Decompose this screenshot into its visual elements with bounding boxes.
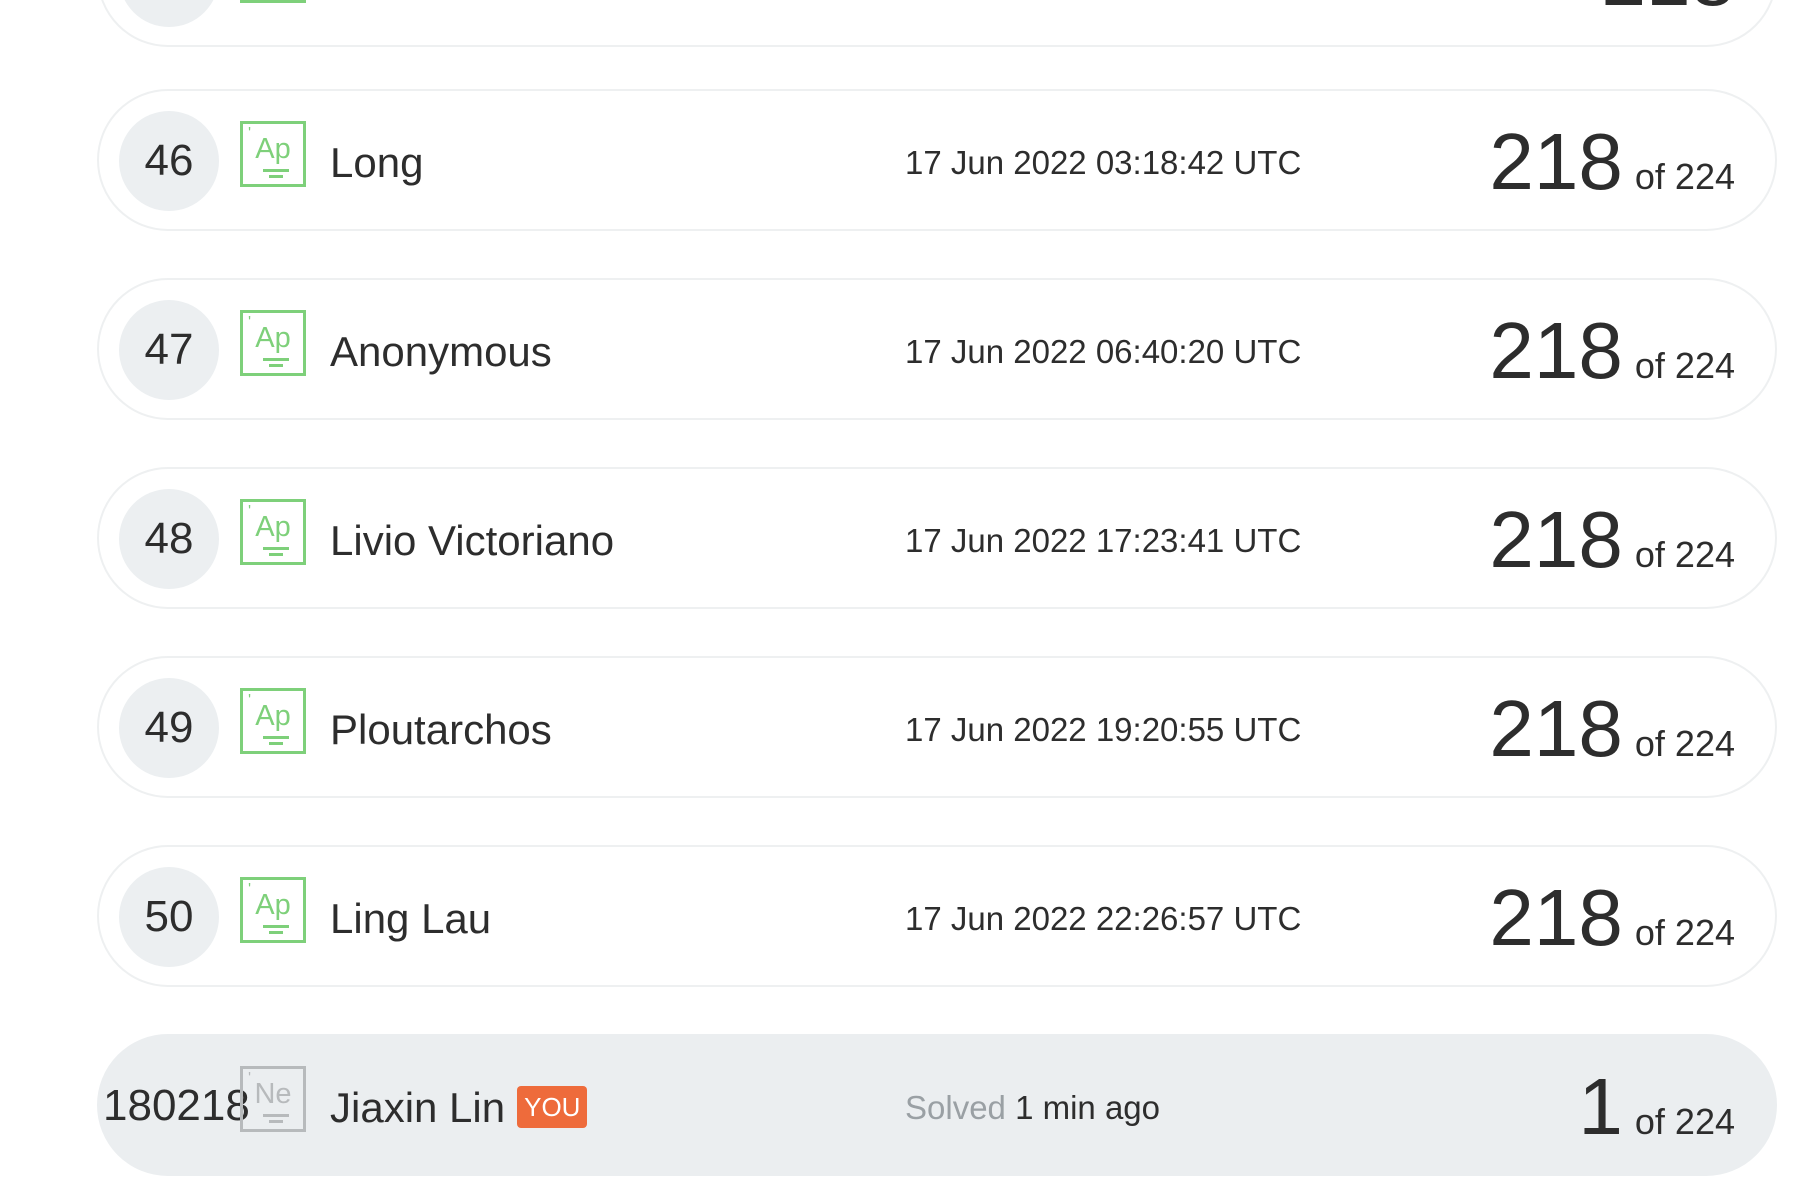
score-value: 218 [1489, 306, 1623, 395]
element-symbol: Ap [255, 511, 291, 543]
leaderboard-row[interactable]: 50 ' Ap Ling Lau 17 Jun 2022 22:26:57 UT… [97, 845, 1777, 987]
user-name[interactable]: Jiaxin Lin [330, 1084, 505, 1131]
element-badge-icon: ' Ap [240, 499, 306, 565]
solved-timestamp: 17 Jun 2022 03:18:42 UTC [905, 144, 1302, 181]
score-value: 218 [1489, 117, 1623, 206]
solved-status: Solved 1 min ago [905, 1088, 1160, 1128]
rank-badge [119, 0, 219, 27]
rank-badge: 180218 [103, 1081, 250, 1130]
rank-badge: 49 [119, 678, 219, 778]
element-badge-icon: ' Ap [240, 121, 306, 187]
element-symbol: Ne [254, 1078, 292, 1110]
user-name[interactable]: Ling Lau [330, 895, 491, 943]
score-value: 218 [1602, 0, 1735, 23]
leaderboard-row[interactable]: 49 ' Ap Ploutarchos 17 Jun 2022 19:20:55… [97, 656, 1777, 798]
score: 218 [1602, 0, 1735, 23]
leaderboard-row-current-user[interactable]: 180218 ' Ne Jiaxin Lin YOU Solved 1 min a… [97, 1034, 1777, 1176]
user-name[interactable]: Anonymous [330, 328, 552, 376]
leaderboard-row-partial[interactable]: ' 218 [97, 0, 1777, 47]
you-badge: YOU [517, 1086, 588, 1128]
score-total: of 224 [1634, 1101, 1735, 1142]
leaderboard-row[interactable]: 46 ' Ap Long 17 Jun 2022 03:18:42 UTC 21… [97, 89, 1777, 231]
solved-relative-time: 1 min ago [1015, 1089, 1161, 1126]
score-value: 218 [1489, 873, 1623, 962]
score: 1 of 224 [1578, 1062, 1735, 1152]
solved-timestamp: 17 Jun 2022 22:26:57 UTC [905, 900, 1302, 937]
element-badge-icon: ' Ne [240, 1066, 306, 1132]
score: 218 of 224 [1489, 684, 1735, 774]
leaderboard-row[interactable]: 47 ' Ap Anonymous 17 Jun 2022 06:40:20 U… [97, 278, 1777, 420]
element-symbol: Ap [255, 322, 291, 354]
score: 218 of 224 [1489, 495, 1735, 585]
user-name[interactable]: Livio Victoriano [330, 517, 614, 565]
element-badge-icon: ' Ap [240, 688, 306, 754]
score-total: of 224 [1634, 723, 1735, 764]
score: 218 of 224 [1489, 306, 1735, 396]
score: 218 of 224 [1489, 117, 1735, 207]
solved-timestamp: 17 Jun 2022 06:40:20 UTC [905, 333, 1302, 370]
rank-badge: 50 [119, 867, 219, 967]
leaderboard-row[interactable]: 48 ' Ap Livio Victoriano 17 Jun 2022 17:… [97, 467, 1777, 609]
score-total: of 224 [1634, 912, 1735, 953]
score-total: of 224 [1634, 345, 1735, 386]
element-symbol: Ap [255, 889, 291, 921]
user-name[interactable]: Long [330, 139, 423, 187]
score-value: 218 [1489, 495, 1623, 584]
user-name-row: Jiaxin Lin YOU [330, 1084, 588, 1132]
solved-label: Solved [905, 1089, 1006, 1126]
element-symbol: Ap [255, 700, 291, 732]
score-value: 218 [1489, 684, 1623, 773]
element-badge-icon: ' Ap [240, 877, 306, 943]
rank-badge: 47 [119, 300, 219, 400]
element-badge-icon: ' [240, 0, 306, 3]
element-symbol: Ap [255, 133, 291, 165]
score-total: of 224 [1634, 534, 1735, 575]
score-value: 1 [1578, 1062, 1623, 1151]
rank-badge: 48 [119, 489, 219, 589]
score: 218 of 224 [1489, 873, 1735, 963]
user-name[interactable]: Ploutarchos [330, 706, 552, 754]
score-total: of 224 [1634, 156, 1735, 197]
leaderboard-list: ' 218 46 ' Ap Long 17 Jun 2022 03:18:42 … [0, 0, 1812, 1178]
rank-badge: 46 [119, 111, 219, 211]
element-badge-icon: ' Ap [240, 310, 306, 376]
solved-timestamp: 17 Jun 2022 17:23:41 UTC [905, 522, 1302, 559]
solved-timestamp: 17 Jun 2022 19:20:55 UTC [905, 711, 1302, 748]
